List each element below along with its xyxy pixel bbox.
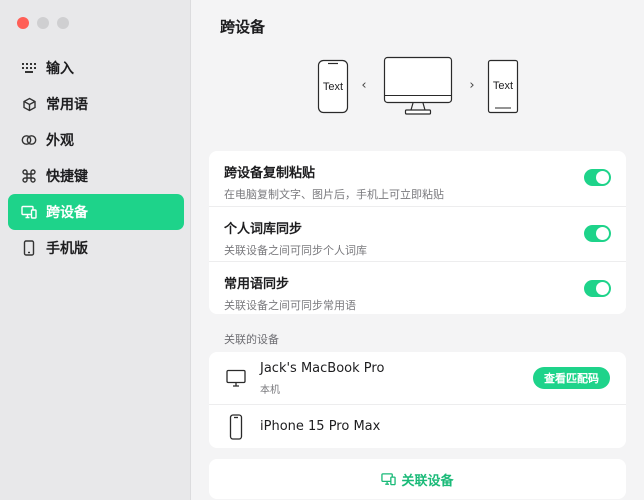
close-window-button[interactable] [17,17,29,29]
app-window: 输入 常用语 外观 快捷键 跨设备 手机版 跨设备 Text ‹ › Text … [0,0,644,500]
monitor-illustration [383,56,453,115]
device-row-macbook: Jack's MacBook Pro 本机 查看匹配码 [209,352,626,404]
keyboard-icon [21,60,37,76]
device-subtitle: 本机 [260,384,280,396]
sidebar-item-label: 外观 [46,133,74,149]
devices-icon [381,472,397,486]
next-arrow[interactable]: › [469,78,474,93]
phone-icon [225,413,247,441]
sidebar-item-shortcuts[interactable]: 快捷键 [8,158,184,194]
monitor-icon [225,364,247,392]
setting-title: 常用语同步 [224,277,290,292]
device-row-iphone: iPhone 15 Pro Max [209,404,626,448]
sidebar-item-phrases[interactable]: 常用语 [8,86,184,122]
setting-title: 跨设备复制粘贴 [224,166,316,181]
sidebar-item-input[interactable]: 输入 [8,50,184,86]
phrases-sync-toggle[interactable] [584,280,611,297]
sidebar-item-cross-device[interactable]: 跨设备 [8,194,184,230]
cube-icon [21,96,37,112]
minimize-window-button[interactable] [37,17,49,29]
sidebar-item-label: 手机版 [46,241,88,257]
linked-devices-card: Jack's MacBook Pro 本机 查看匹配码 iPhone 15 Pr… [209,352,626,448]
sidebar-item-label: 跨设备 [46,205,88,221]
page-title: 跨设备 [220,18,266,36]
main-panel: 跨设备 Text ‹ › Text 跨设备复制粘贴 在电脑复制文字、图片后，手机… [191,0,644,500]
rings-icon [21,132,37,148]
view-pairing-code-button[interactable]: 查看匹配码 [533,367,610,389]
setting-title: 个人词库同步 [224,222,303,237]
setting-row-clipboard: 跨设备复制粘贴 在电脑复制文字、图片后，手机上可立即粘贴 [209,151,626,206]
devices-icon [21,204,37,220]
linked-devices-heading: 关联的设备 [224,333,279,346]
zoom-window-button[interactable] [57,17,69,29]
sidebar-item-appearance[interactable]: 外观 [8,122,184,158]
window-controls [17,17,69,29]
sidebar: 输入 常用语 外观 快捷键 跨设备 手机版 [0,0,191,500]
link-device-label: 关联设备 [401,473,454,489]
device-name: iPhone 15 Pro Max [260,419,381,434]
setting-row-phrases: 常用语同步 关联设备之间可同步常用语 [209,261,626,316]
right-phone-illustration: Text [487,59,519,114]
device-name: Jack's MacBook Pro [260,360,385,376]
left-phone-text: Text [323,81,343,93]
sidebar-item-mobile[interactable]: 手机版 [8,230,184,266]
dictionary-sync-toggle[interactable] [584,225,611,242]
command-icon [21,168,37,184]
cross-device-illustration: Text ‹ › Text [317,56,519,115]
clipboard-sync-toggle[interactable] [584,169,611,186]
left-phone-illustration: Text [317,59,349,114]
prev-arrow[interactable]: ‹ [361,78,366,93]
setting-subtitle: 关联设备之间可同步个人词库 [224,244,367,257]
phone-icon [21,240,37,256]
sidebar-item-label: 快捷键 [46,169,88,185]
sync-settings-card: 跨设备复制粘贴 在电脑复制文字、图片后，手机上可立即粘贴 个人词库同步 关联设备… [209,151,626,314]
link-device-button[interactable]: 关联设备 [209,459,626,499]
sidebar-item-label: 常用语 [46,97,88,113]
right-phone-text: Text [493,80,513,92]
setting-subtitle: 关联设备之间可同步常用语 [224,299,356,312]
setting-subtitle: 在电脑复制文字、图片后，手机上可立即粘贴 [224,188,444,201]
sidebar-nav: 输入 常用语 外观 快捷键 跨设备 手机版 [8,50,184,266]
sidebar-item-label: 输入 [46,61,74,77]
setting-row-dictionary: 个人词库同步 关联设备之间可同步个人词库 [209,206,626,261]
